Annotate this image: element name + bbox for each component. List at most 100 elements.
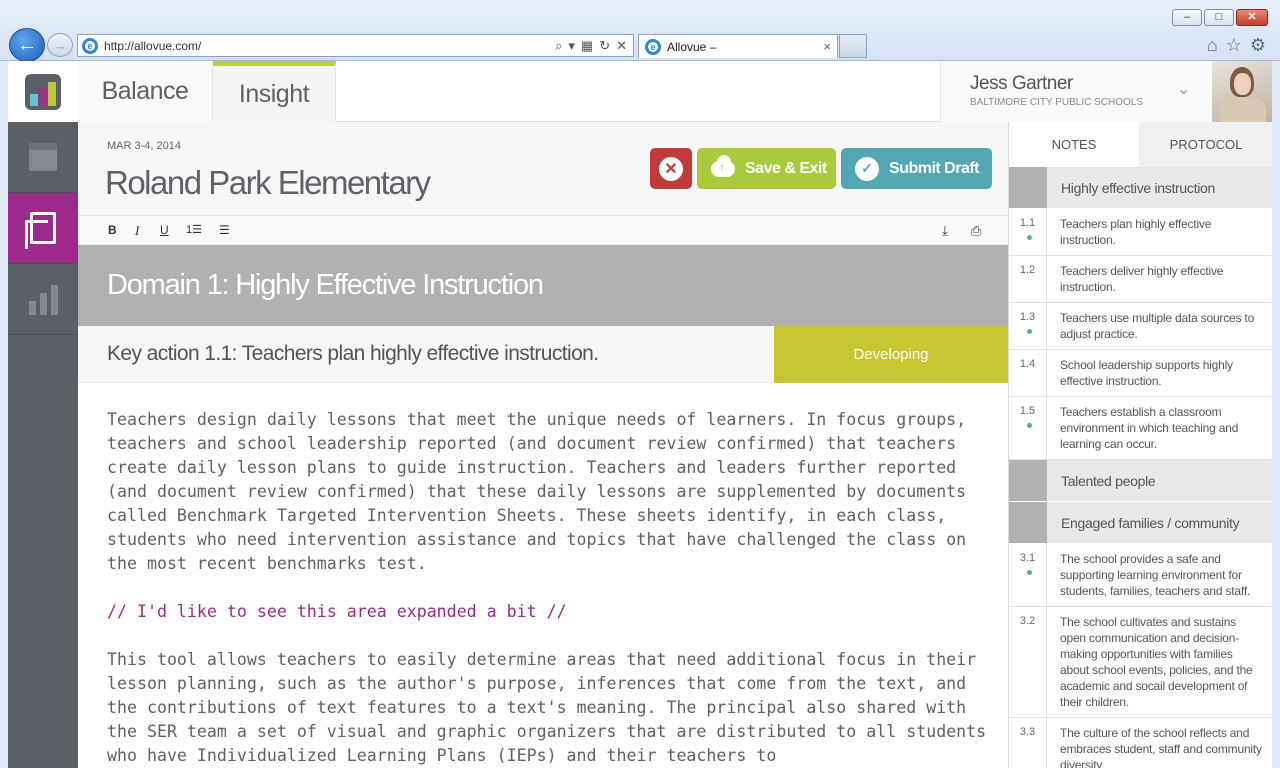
protocol-section[interactable]: Engaged families / community [1009, 502, 1272, 544]
protocol-section[interactable]: Talented people [1009, 460, 1272, 502]
editor-toolbar: B I U 1☰ ☰ ⤓ ⎙ [78, 215, 1008, 245]
key-action-title: Key action 1.1: Teachers plan highly eff… [107, 342, 599, 365]
item-number: 1.1 [1009, 209, 1047, 255]
tab-close-icon[interactable]: × [823, 39, 831, 54]
editor-body[interactable]: Teachers design daily lessons that meet … [107, 408, 987, 768]
italic-button[interactable]: I [135, 223, 139, 239]
minimize-button[interactable]: – [1172, 9, 1202, 26]
underline-button[interactable]: U [160, 223, 169, 237]
section-marker [1009, 167, 1047, 208]
user-organization: BALTIMORE CITY PUBLIC SCHOOLS [970, 97, 1144, 108]
maximize-button[interactable]: □ [1204, 9, 1234, 26]
main-content: MAR 3-4, 2014 Roland Park Elementary ✕ S… [78, 122, 1008, 768]
save-exit-button[interactable]: Save & Exit [697, 148, 836, 189]
protocol-item[interactable]: 3.3 The culture of the school reflects an… [1009, 718, 1272, 768]
ie-icon: e [82, 37, 98, 54]
item-text: The school cultivates and sustains open … [1060, 615, 1253, 709]
protocol-panel: NOTES PROTOCOL Highly effective instruct… [1008, 122, 1272, 768]
section-label: Highly effective instruction [1047, 167, 1272, 208]
body-paragraph: Teachers design daily lessons that meet … [107, 410, 967, 573]
window-controls: – □ ✕ [1172, 9, 1268, 26]
protocol-item[interactable]: 1.3 Teachers use multiple data sources to… [1009, 303, 1272, 350]
note-indicator-icon [1027, 570, 1032, 575]
allovue-logo-icon [25, 73, 61, 110]
tab-protocol[interactable]: PROTOCOL [1139, 122, 1272, 167]
domain-title: Domain 1: Highly Effective Instruction [107, 269, 544, 301]
rail-item-calendar[interactable] [8, 122, 78, 193]
item-number: 1.2 [1009, 256, 1047, 302]
protocol-item[interactable]: 1.4 School leadership supports highly eff… [1009, 350, 1272, 397]
browser-toolbar-right: ⌂ ☆ ⚙ [1207, 35, 1266, 56]
protocol-item[interactable]: 3.2 The school cultivates and sustains op… [1009, 607, 1272, 718]
visit-date: MAR 3-4, 2014 [107, 140, 181, 152]
new-tab-button[interactable] [839, 34, 867, 58]
save-exit-label: Save & Exit [745, 159, 827, 177]
stop-icon[interactable]: ✕ [616, 38, 627, 54]
app: Balance Insight Jess Gartner BALTIMORE C… [8, 61, 1272, 768]
inline-comment: // I'd like to see this area expanded a … [107, 602, 567, 621]
note-indicator-icon [1027, 329, 1032, 334]
protocol-item[interactable]: 3.1 The school provides a safe and suppor… [1009, 544, 1272, 607]
item-number: 3.2 [1009, 607, 1047, 717]
item-number: 1.5 [1009, 397, 1047, 459]
left-rail [8, 122, 85, 768]
chevron-down-icon[interactable]: ⌄ [1177, 79, 1190, 99]
submit-draft-button[interactable]: ✓ Submit Draft [841, 148, 992, 189]
home-icon[interactable]: ⌂ [1207, 35, 1218, 56]
download-icon[interactable]: ⤓ [942, 223, 948, 239]
user-menu[interactable]: Jess Gartner BALTIMORE CITY PUBLIC SCHOO… [940, 61, 1212, 122]
bar-chart-icon [28, 283, 58, 315]
report-header: MAR 3-4, 2014 Roland Park Elementary ✕ S… [78, 122, 1008, 215]
side-tabs: NOTES PROTOCOL [1009, 122, 1272, 167]
search-icon[interactable]: ⌕ [555, 38, 562, 54]
tab-title: Allovue – [667, 39, 717, 54]
item-number: 1.3 [1009, 303, 1047, 349]
item-text: Teachers deliver highly effective instru… [1060, 264, 1224, 294]
avatar[interactable] [1212, 61, 1272, 122]
dropdown-icon[interactable]: ▾ [568, 38, 575, 54]
browser-tab[interactable]: e Allovue – × [638, 34, 838, 58]
item-number: 3.1 [1009, 544, 1047, 606]
browser-chrome: – □ ✕ ← → e http://allovue.com/ ⌕ ▾ ▦ ↻ … [0, 0, 1280, 62]
item-text: Teachers establish a classroom environme… [1060, 405, 1239, 451]
section-label: Talented people [1047, 460, 1272, 501]
numbered-list-icon[interactable]: 1☰ [186, 223, 202, 236]
tab-insight[interactable]: Insight [213, 61, 336, 122]
protocol-section[interactable]: Highly effective instruction [1009, 167, 1272, 209]
page-title: Roland Park Elementary [105, 164, 431, 201]
gear-icon[interactable]: ⚙ [1250, 35, 1266, 56]
refresh-icon[interactable]: ↻ [599, 38, 610, 54]
item-number: 1.4 [1009, 350, 1047, 396]
rail-item-documents[interactable] [8, 193, 85, 264]
protocol-item[interactable]: 1.2 Teachers deliver highly effective ins… [1009, 256, 1272, 303]
section-label: Engaged families / community [1047, 502, 1272, 543]
tab-favicon: e [645, 38, 661, 55]
user-name: Jess Gartner [970, 73, 1073, 94]
protocol-item[interactable]: 1.1 Teachers plan highly effective instru… [1009, 209, 1272, 256]
address-url[interactable]: http://allovue.com/ [104, 39, 555, 53]
submit-draft-label: Submit Draft [889, 159, 980, 177]
cloud-upload-icon [711, 154, 735, 177]
section-marker [1009, 460, 1047, 501]
compatibility-icon[interactable]: ▦ [581, 38, 593, 54]
logo[interactable] [8, 61, 78, 122]
domain-banner: Domain 1: Highly Effective Instruction [78, 245, 1008, 326]
address-bar[interactable]: e http://allovue.com/ ⌕ ▾ ▦ ↻ ✕ [77, 34, 634, 57]
close-icon: ✕ [1247, 11, 1257, 23]
forward-button[interactable]: → [47, 33, 73, 57]
tab-notes[interactable]: NOTES [1009, 122, 1139, 167]
print-icon[interactable]: ⎙ [971, 223, 981, 239]
address-tools: ⌕ ▾ ▦ ↻ ✕ [555, 38, 627, 54]
close-window-button[interactable]: ✕ [1236, 9, 1268, 26]
bold-button[interactable]: B [108, 223, 117, 237]
protocol-list: Highly effective instruction 1.1 Teachers … [1009, 167, 1272, 768]
rating-badge[interactable]: Developing [774, 326, 1008, 383]
favorites-icon[interactable]: ☆ [1226, 35, 1242, 56]
section-marker [1009, 502, 1047, 543]
protocol-item[interactable]: 1.5 Teachers establish a classroom enviro… [1009, 397, 1272, 460]
tab-balance[interactable]: Balance [78, 61, 213, 122]
rail-item-reports[interactable] [8, 264, 78, 335]
back-button[interactable]: ← [9, 28, 45, 62]
discard-button[interactable]: ✕ [650, 148, 692, 189]
bullet-list-icon[interactable]: ☰ [219, 223, 230, 237]
